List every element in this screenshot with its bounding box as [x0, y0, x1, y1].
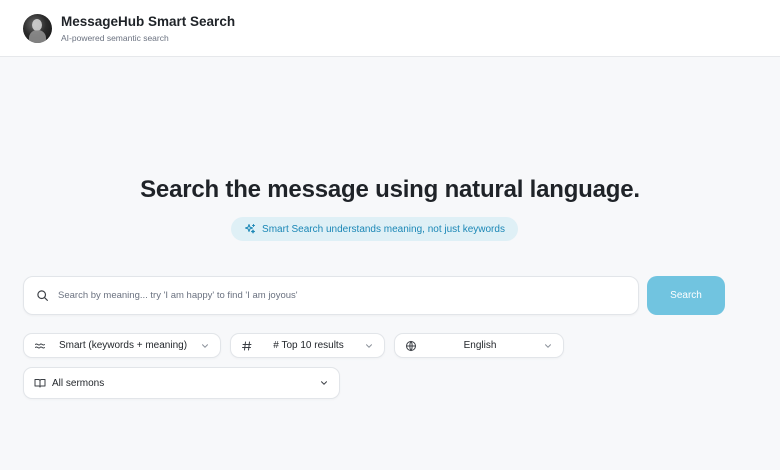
chevron-down-icon	[319, 378, 329, 388]
app-subtitle: AI-powered semantic search	[61, 32, 169, 43]
book-icon	[34, 377, 46, 389]
sparkle-icon	[245, 224, 256, 234]
language-label: English	[463, 340, 497, 351]
sermon-scope-select[interactable]: All sermons	[23, 367, 340, 399]
result-count-label: # Top 10 results	[273, 340, 344, 351]
search-input[interactable]	[58, 290, 618, 301]
avatar-logo-icon	[23, 13, 52, 43]
search-button[interactable]: Search	[647, 276, 725, 315]
search-icon	[37, 290, 48, 301]
brand: MessageHub Smart Search AI-powered seman…	[61, 14, 235, 43]
hash-icon	[241, 340, 253, 352]
search-box[interactable]	[23, 276, 639, 315]
app-title: MessageHub Smart Search	[61, 13, 236, 29]
globe-icon	[405, 340, 417, 352]
search-mode-select[interactable]: Smart (keywords + meaning)	[23, 333, 221, 358]
search-mode-label: Smart (keywords + meaning)	[58, 340, 188, 351]
sermon-scope-label: All sermons	[52, 377, 105, 389]
app-header: MessageHub Smart Search AI-powered seman…	[0, 0, 780, 57]
badge-text: Smart Search understands meaning, not ju…	[262, 223, 505, 235]
waves-icon	[34, 340, 46, 352]
hero-title: Search the message using natural languag…	[140, 176, 640, 203]
result-count-select[interactable]: # Top 10 results	[230, 333, 385, 358]
language-select[interactable]: English	[394, 333, 564, 358]
chevron-down-icon	[543, 341, 553, 351]
chevron-down-icon	[200, 341, 210, 351]
chevron-down-icon	[364, 341, 374, 351]
smart-search-badge: Smart Search understands meaning, not ju…	[231, 217, 518, 241]
